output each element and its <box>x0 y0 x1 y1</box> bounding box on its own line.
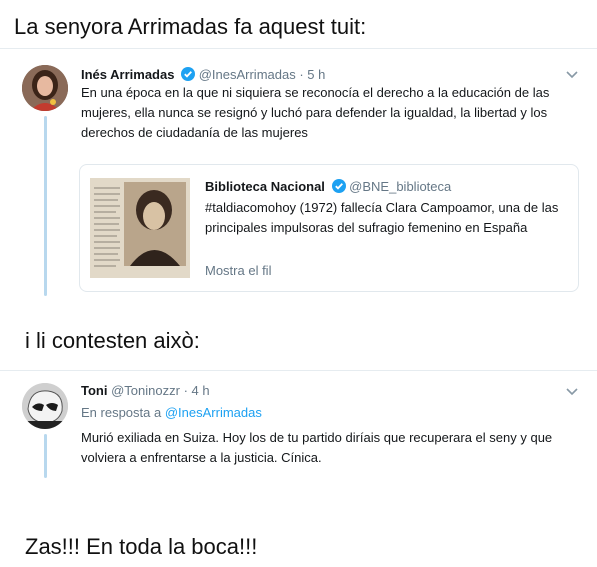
reply-to-link[interactable]: @InesArrimadas <box>165 405 262 420</box>
quoted-tweet[interactable]: Biblioteca Nacional @BNE_biblioteca #tal… <box>79 164 579 292</box>
tweet-time[interactable]: · 5 h <box>299 67 325 82</box>
reply-prefix: En resposta a <box>81 405 162 420</box>
divider <box>0 370 597 371</box>
author-handle[interactable]: @InesArrimadas <box>199 67 296 82</box>
caption-middle: i li contesten això: <box>25 328 200 353</box>
verified-badge-icon <box>181 67 196 81</box>
avatar[interactable] <box>22 383 68 429</box>
author-name[interactable]: Toni <box>81 383 107 398</box>
newspaper-photo <box>90 178 190 278</box>
chevron-down-icon[interactable] <box>566 71 578 79</box>
quoted-tweet-text: #taldiacomohoy (1972) fallecía Clara Cam… <box>205 200 559 235</box>
show-thread-link[interactable]: Mostra el fil <box>205 263 271 278</box>
reply-context: En resposta a @InesArrimadas <box>81 405 262 420</box>
verified-badge-icon <box>331 179 346 193</box>
thread-line <box>44 116 47 296</box>
caption-bottom: Zas!!! En toda la boca!!! <box>25 534 258 559</box>
tweet-text: En una época en la que ni siquiera se re… <box>81 85 550 140</box>
quoted-author-handle[interactable]: @BNE_biblioteca <box>349 179 451 194</box>
quoted-author-name[interactable]: Biblioteca Nacional <box>205 179 325 194</box>
caption-top: La senyora Arrimadas fa aquest tuit: <box>14 14 367 39</box>
tweet-text: Murió exiliada en Suiza. Hoy los de tu p… <box>81 430 553 465</box>
divider <box>0 48 597 49</box>
tweet-time[interactable]: · 4 h <box>184 383 210 398</box>
author-handle[interactable]: @Toninozzr <box>111 383 180 398</box>
author-name[interactable]: Inés Arrimadas <box>81 67 174 82</box>
thread-line <box>44 434 47 478</box>
avatar[interactable] <box>22 65 68 111</box>
chevron-down-icon[interactable] <box>566 388 578 396</box>
